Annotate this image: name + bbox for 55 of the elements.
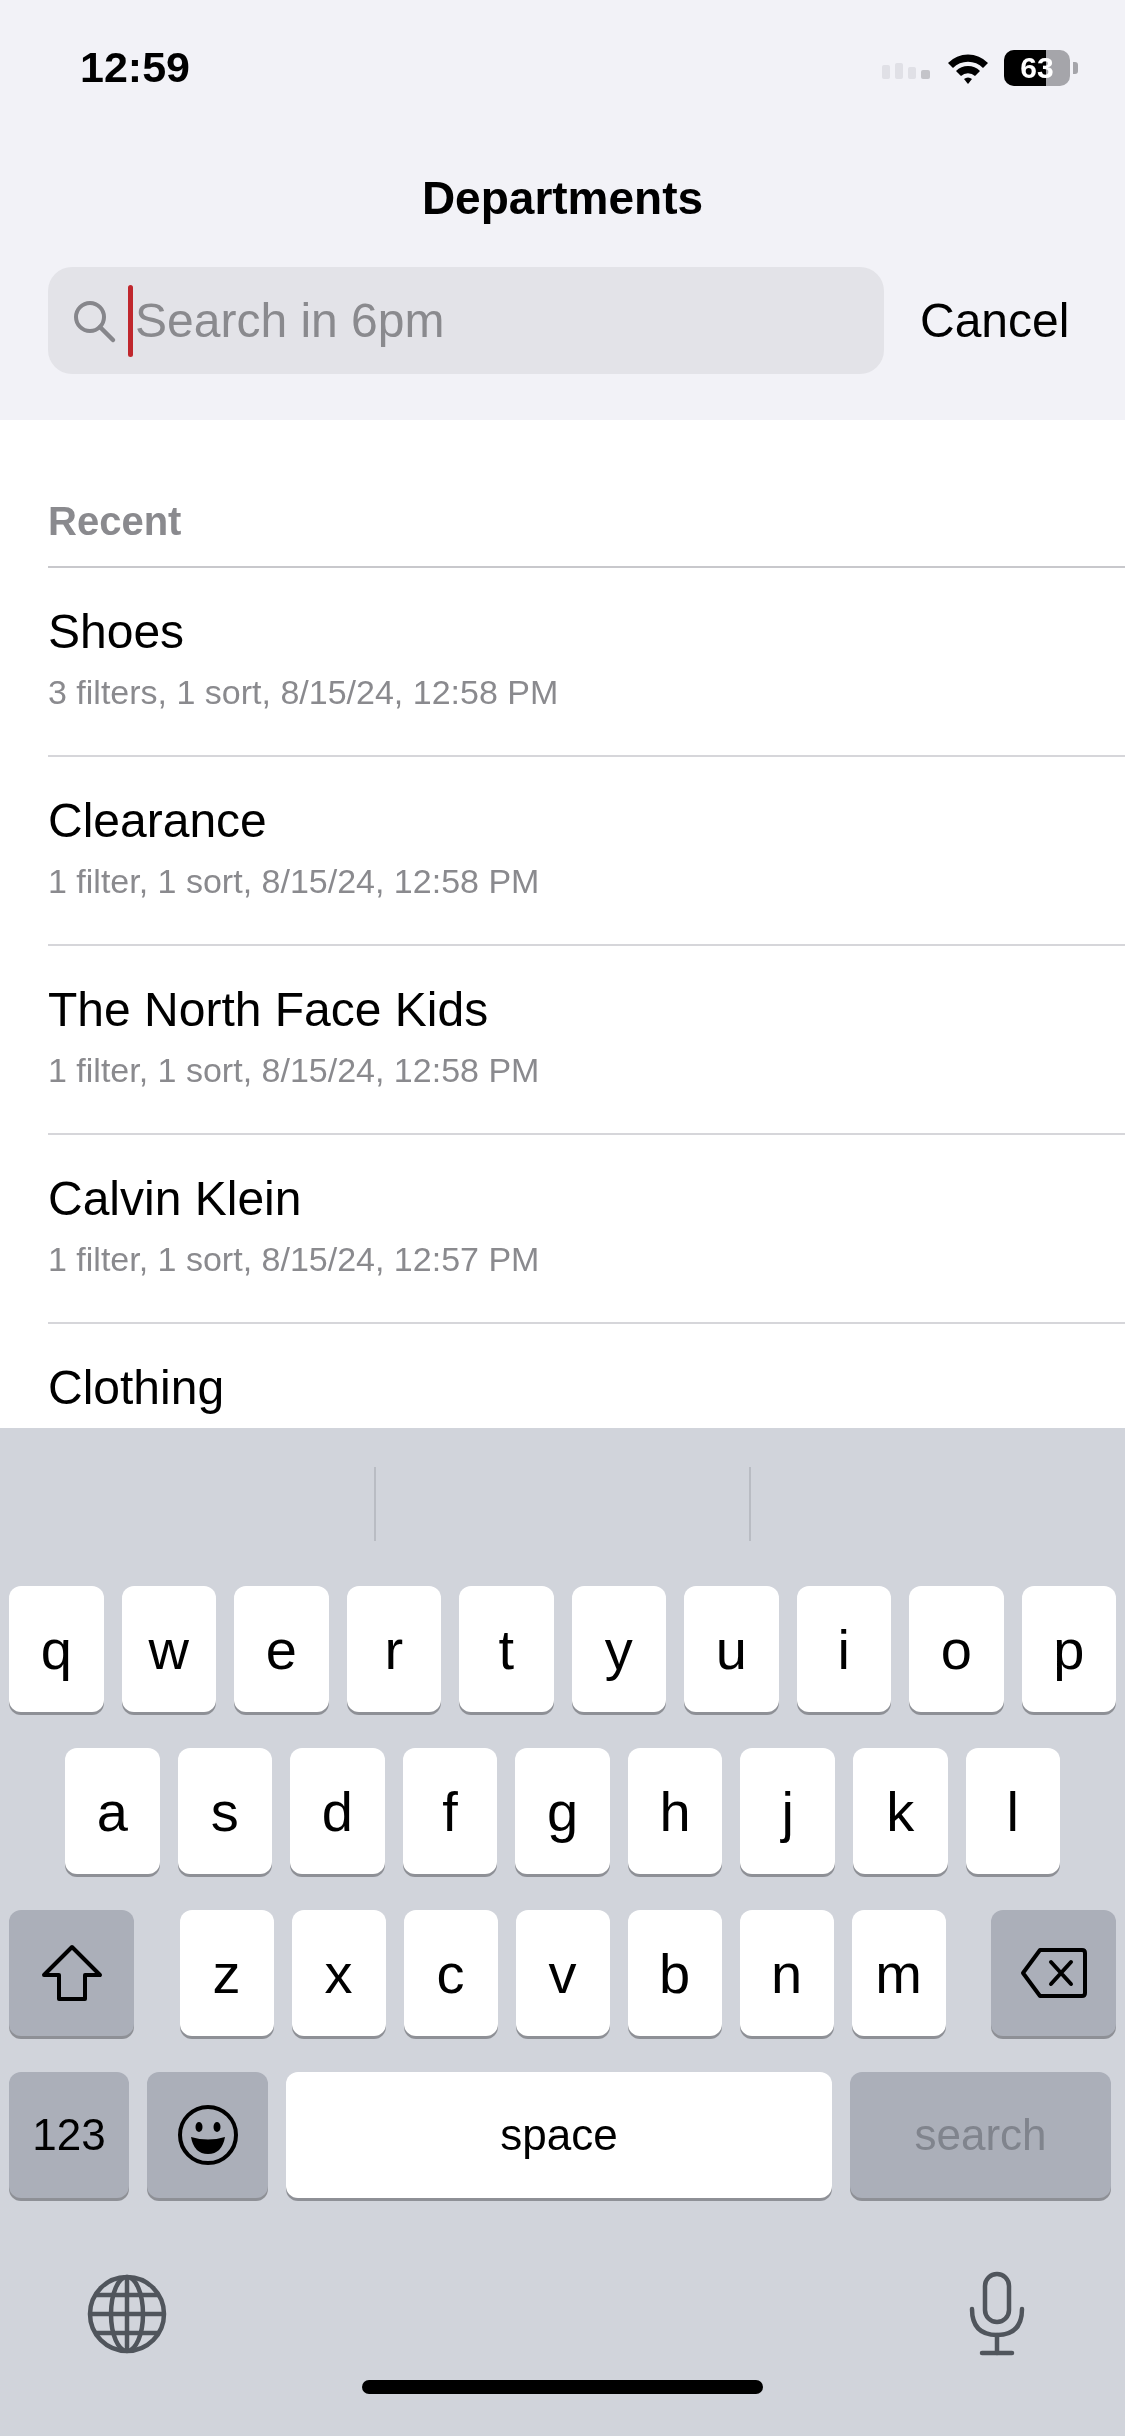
key[interactable]: u xyxy=(684,1586,779,1712)
key[interactable]: o xyxy=(909,1586,1004,1712)
key[interactable]: h xyxy=(627,1748,723,1874)
shift-key[interactable] xyxy=(9,1910,134,2036)
item-subtitle: 3 filters, 1 sort, 8/15/24, 12:58 PM xyxy=(48,672,560,712)
key[interactable]: p xyxy=(1021,1586,1116,1712)
item-subtitle: 1 filter, 1 sort, 8/15/24, 12:58 PM xyxy=(48,1050,541,1090)
key[interactable]: l xyxy=(965,1748,1061,1874)
key[interactable]: v xyxy=(515,1910,610,2036)
recent-search-item[interactable]: The North Face Kids 1 filter, 1 sort, 8/15/24, 12:58 PM xyxy=(48,946,1125,1135)
key[interactable]: j xyxy=(740,1748,835,1874)
item-title: Clearance xyxy=(48,795,268,847)
key[interactable]: d xyxy=(290,1748,385,1874)
shift-icon xyxy=(39,1943,104,2003)
key[interactable]: y xyxy=(571,1586,666,1712)
item-title: Clothing xyxy=(48,1362,226,1414)
key[interactable]: k xyxy=(852,1748,948,1874)
emoji-key[interactable] xyxy=(147,2072,268,2198)
delete-icon xyxy=(1019,1947,1088,1999)
screen-title: Departments xyxy=(421,171,704,225)
key[interactable]: a xyxy=(65,1748,160,1874)
key[interactable]: x xyxy=(291,1910,386,2036)
recent-search-item[interactable]: Calvin Klein 1 filter, 1 sort, 8/15/24, 12:57 PM xyxy=(48,1135,1125,1324)
key[interactable]: w xyxy=(121,1586,216,1712)
smiley-icon xyxy=(176,2104,239,2166)
item-title: Shoes xyxy=(48,606,186,658)
key[interactable]: n xyxy=(739,1910,834,2036)
key[interactable]: m xyxy=(851,1910,946,2036)
key[interactable]: e xyxy=(234,1586,329,1712)
item-subtitle: 1 filter, 1 sort, 8/15/24, 12:57 PM xyxy=(48,1239,541,1279)
key[interactable]: g xyxy=(515,1748,610,1874)
key[interactable]: f xyxy=(402,1748,498,1874)
delete-key[interactable] xyxy=(991,1910,1116,2036)
recent-search-item[interactable]: Shoes 3 filters, 1 sort, 8/15/24, 12:58 PM xyxy=(48,568,1125,757)
space-key[interactable]: space xyxy=(286,2072,832,2198)
key[interactable]: t xyxy=(459,1586,554,1712)
key[interactable]: r xyxy=(346,1586,441,1712)
key[interactable]: s xyxy=(177,1748,273,1874)
recent-search-item[interactable]: Clearance 1 filter, 1 sort, 8/15/24, 12:58 PM xyxy=(48,757,1125,946)
item-title: Calvin Klein xyxy=(48,1173,303,1225)
numbers-key[interactable]: 123 xyxy=(9,2072,129,2198)
item-subtitle: 1 filter, 1 sort, 8/15/24, 12:58 PM xyxy=(48,861,541,901)
key[interactable]: i xyxy=(796,1586,891,1712)
key[interactable]: z xyxy=(179,1910,274,2036)
key[interactable]: c xyxy=(403,1910,498,2036)
section-header: Recent xyxy=(48,499,182,544)
key[interactable]: b xyxy=(627,1910,722,2036)
search-bar[interactable]: Search in 6pm xyxy=(48,267,884,374)
status-time: 12:59 xyxy=(80,43,190,92)
microphone-icon[interactable] xyxy=(967,2271,1027,2357)
search-field[interactable]: Search in 6pm xyxy=(135,293,884,348)
item-title: The North Face Kids xyxy=(48,984,490,1036)
cancel-button[interactable]: Cancel xyxy=(920,293,1070,348)
globe-icon[interactable] xyxy=(86,2273,168,2355)
key[interactable]: q xyxy=(9,1586,104,1712)
